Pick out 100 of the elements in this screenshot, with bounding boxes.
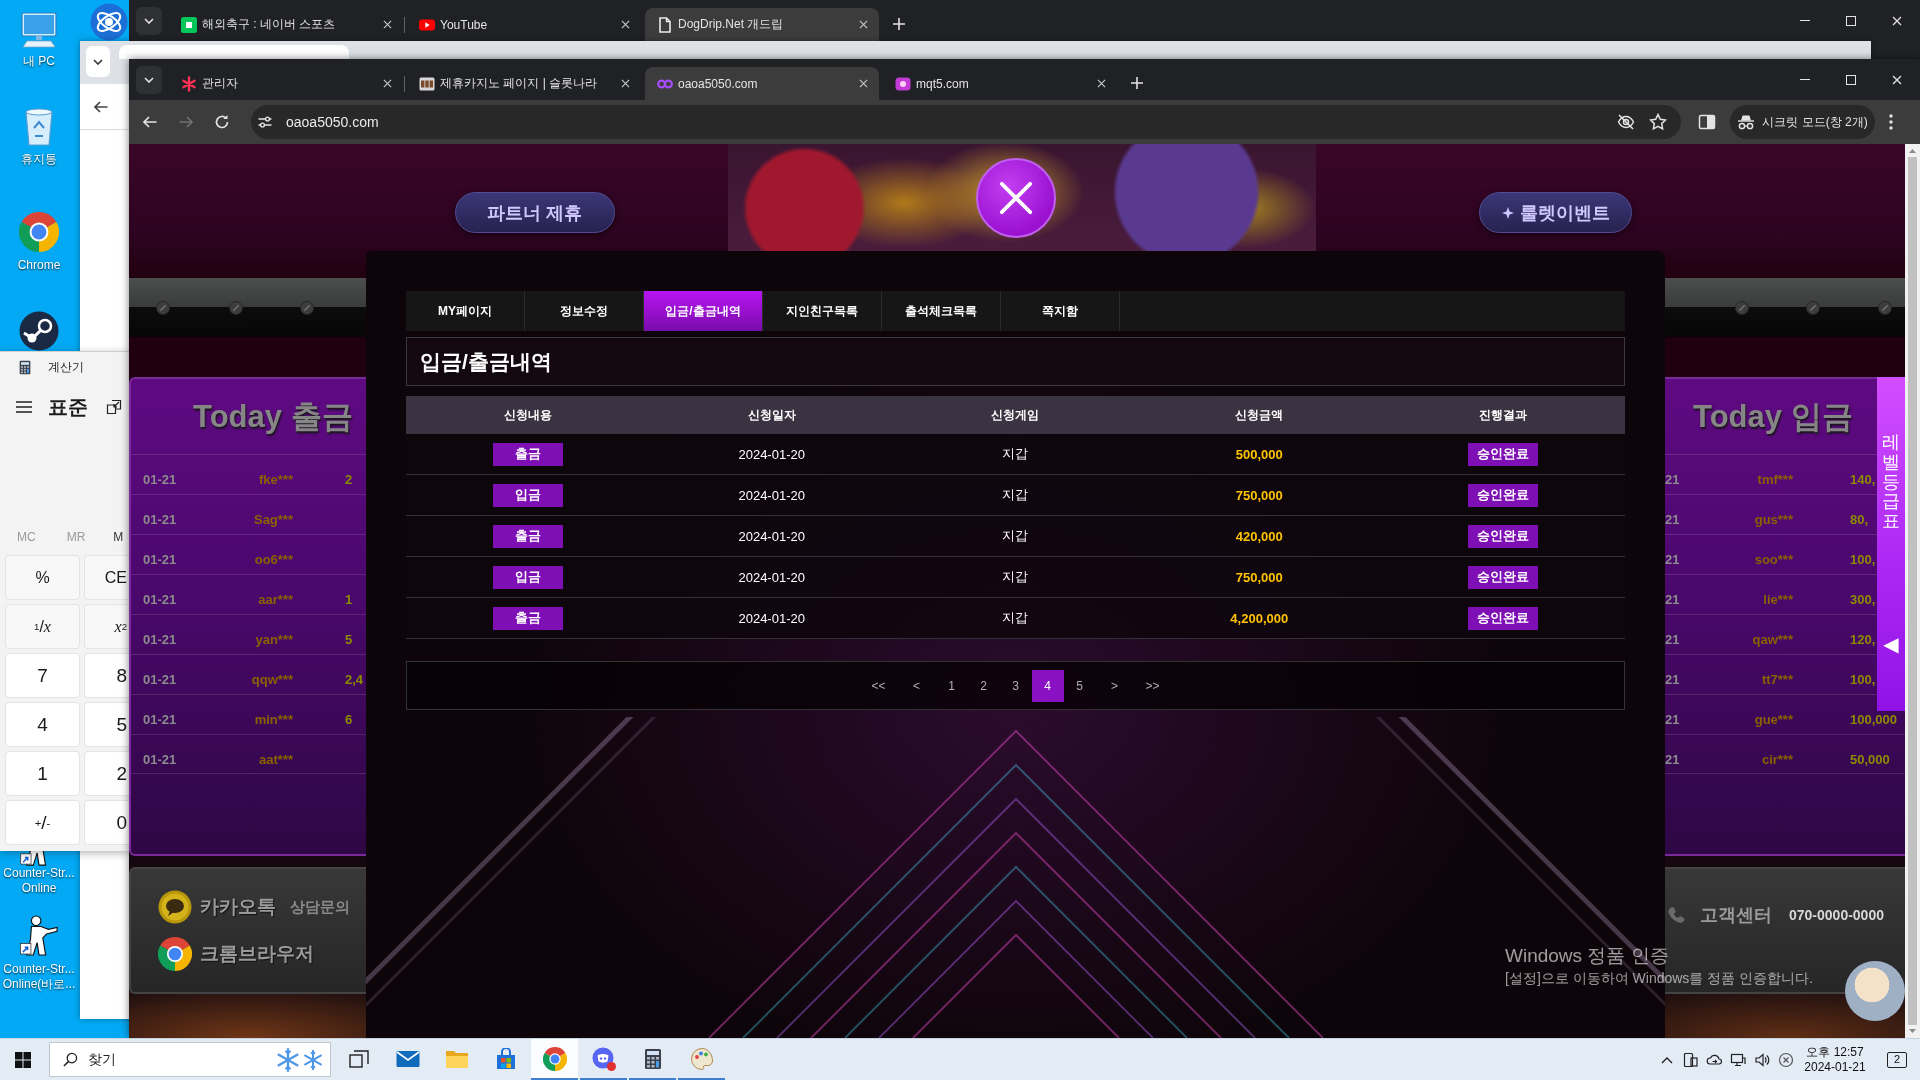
browser-tab[interactable]: 해외축구 : 네이버 스포츠 xyxy=(169,8,403,41)
taskbar-app-button[interactable] xyxy=(531,1039,578,1080)
chrome-icon[interactable] xyxy=(158,937,192,971)
masked-username: fke*** xyxy=(259,472,293,487)
page-tab[interactable]: 출석체크목록 xyxy=(882,291,1001,331)
close-icon xyxy=(382,79,392,88)
notification-button[interactable]: 2 xyxy=(1887,1051,1907,1068)
tab-list-button[interactable] xyxy=(136,66,162,94)
sliders-icon[interactable] xyxy=(257,114,273,130)
window-title: 계산기 xyxy=(48,359,84,376)
page-button[interactable]: 1 xyxy=(935,669,968,702)
previous-page-button[interactable]: < xyxy=(897,669,936,702)
circle-x-icon[interactable] xyxy=(1778,1051,1794,1068)
kakao-label[interactable]: 카카오톡 xyxy=(200,894,276,920)
side-panel-icon[interactable] xyxy=(1698,113,1716,131)
column-header: 신청게임 xyxy=(990,406,1041,424)
computer-icon[interactable] xyxy=(19,12,59,48)
calculator-key[interactable]: 1 xyxy=(5,751,80,796)
page-tab[interactable]: MY페이지 xyxy=(406,291,525,331)
kebab-menu-icon[interactable] xyxy=(1889,114,1893,130)
panel-title: Today 출금 xyxy=(193,397,353,436)
next-page-button[interactable]: > xyxy=(1095,669,1134,702)
page-tab[interactable]: 지인친구목록 xyxy=(763,291,882,331)
desktop-icon-label: 휴지통 xyxy=(21,152,57,167)
search-field[interactable]: 찾기 xyxy=(49,1042,331,1077)
memory-button[interactable]: M xyxy=(113,530,124,544)
close-icon xyxy=(999,181,1033,215)
last-page-button[interactable]: >> xyxy=(1133,669,1172,702)
entry-date: 21 xyxy=(1665,552,1681,567)
masked-username: Sag*** xyxy=(253,512,293,527)
recycle-bin-icon[interactable] xyxy=(23,106,55,146)
calculator-key[interactable]: CE xyxy=(84,555,129,600)
browser-tab[interactable]: mqt5.com xyxy=(883,67,1117,100)
level-tab[interactable]: 레벨등급표 ◀ xyxy=(1877,377,1905,711)
browser-label[interactable]: 크롬브라우저 xyxy=(200,941,314,967)
speech-bubble-icon[interactable] xyxy=(158,890,192,924)
calculator-key[interactable]: % xyxy=(5,555,80,600)
page-tab[interactable]: 입금/출금내역 xyxy=(644,291,763,331)
roulette-event-button[interactable]: 룰렛이벤트 xyxy=(1479,192,1632,233)
page-tab[interactable]: 쪽지함 xyxy=(1001,291,1120,331)
linked-circles-icon[interactable] xyxy=(19,311,59,351)
tab-list-button[interactable] xyxy=(86,46,110,77)
browser-tab[interactable]: DogDrip.Net 개드립 xyxy=(645,8,879,41)
tab-list-button[interactable] xyxy=(136,7,162,35)
soldier-shortcut-icon[interactable] xyxy=(20,914,58,956)
activation-message: [설정]으로 이동하여 Windows를 정품 인증합니다. xyxy=(1505,969,1814,987)
first-page-button[interactable]: << xyxy=(859,669,898,702)
maximize-icon xyxy=(1846,15,1856,26)
screw-icon xyxy=(1735,300,1749,315)
table-cell-text: 2024-01-20 xyxy=(737,486,806,505)
entry-date: 21 xyxy=(1665,592,1681,607)
chrome-icon xyxy=(542,1046,567,1071)
entry-date: 01-21 xyxy=(143,512,178,527)
speaker-icon[interactable] xyxy=(1754,1051,1770,1068)
table-cell-text: 2024-01-20 xyxy=(737,609,806,628)
page-button[interactable]: 2 xyxy=(967,669,1000,702)
browser-tab[interactable]: YouTube xyxy=(407,8,641,41)
page-button[interactable]: 4 xyxy=(1031,669,1064,702)
page-button[interactable]: 5 xyxy=(1063,669,1096,702)
sparkle-icon xyxy=(1501,206,1514,219)
monitor-icon[interactable] xyxy=(1730,1051,1746,1068)
eye-slash-icon[interactable] xyxy=(1617,113,1635,131)
menu-icon[interactable] xyxy=(16,401,32,413)
screw-icon xyxy=(1878,300,1892,315)
address-bar[interactable]: oaoa5050.com xyxy=(251,105,1681,139)
entry-date: 21 xyxy=(1665,751,1681,767)
back-arrow-icon[interactable] xyxy=(142,114,158,130)
hat-glasses-icon xyxy=(1737,114,1756,130)
page-button[interactable]: 3 xyxy=(999,669,1032,702)
masked-username: aat*** xyxy=(259,751,293,767)
reload-icon[interactable] xyxy=(214,114,230,130)
partner-button[interactable]: 파트너 제휴 xyxy=(455,192,615,233)
browser-tab[interactable]: oaoa5050.com xyxy=(645,67,879,100)
plus-icon xyxy=(1131,77,1143,89)
browser-tab[interactable]: 제휴카지노 페이지 | 슬롯나라 xyxy=(407,67,641,100)
search-icon xyxy=(63,1052,78,1067)
calculator-key[interactable]: 0 xyxy=(84,800,129,845)
taskbar-clock[interactable]: 오후 12:57 2024-01-21 xyxy=(1798,1039,1872,1080)
plus-icon xyxy=(893,18,905,30)
calculator-key[interactable]: 4 xyxy=(5,702,80,747)
entry-amount: 6 xyxy=(345,712,353,727)
column-header: 신청일자 xyxy=(746,406,797,424)
orbit-logo-icon[interactable] xyxy=(90,3,128,41)
screw-icon xyxy=(229,300,243,315)
table-cell-text: 지갑 xyxy=(1001,609,1030,627)
calculator-key[interactable]: 2 xyxy=(84,751,129,796)
device-icon[interactable] xyxy=(1682,1051,1698,1068)
back-arrow-icon[interactable] xyxy=(93,98,109,115)
incognito-button[interactable]: 시크릿 모드(창 2개) xyxy=(1730,105,1875,139)
calculator-key[interactable]: 8 xyxy=(84,653,129,698)
star-icon[interactable] xyxy=(1649,113,1667,131)
browser-tab[interactable]: 관리자 xyxy=(169,67,403,100)
masked-username: qaw*** xyxy=(1752,632,1793,647)
phone-number: 070-0000-0000 xyxy=(1789,906,1884,925)
calculator-key[interactable]: 5 xyxy=(84,702,129,747)
keep-on-top-icon[interactable] xyxy=(106,399,122,415)
calculator-key[interactable]: 7 xyxy=(5,653,80,698)
scrollbar-thumb[interactable] xyxy=(1908,157,1917,1025)
scrollbar[interactable] xyxy=(1905,144,1920,1038)
masked-username: qqw*** xyxy=(251,672,293,687)
